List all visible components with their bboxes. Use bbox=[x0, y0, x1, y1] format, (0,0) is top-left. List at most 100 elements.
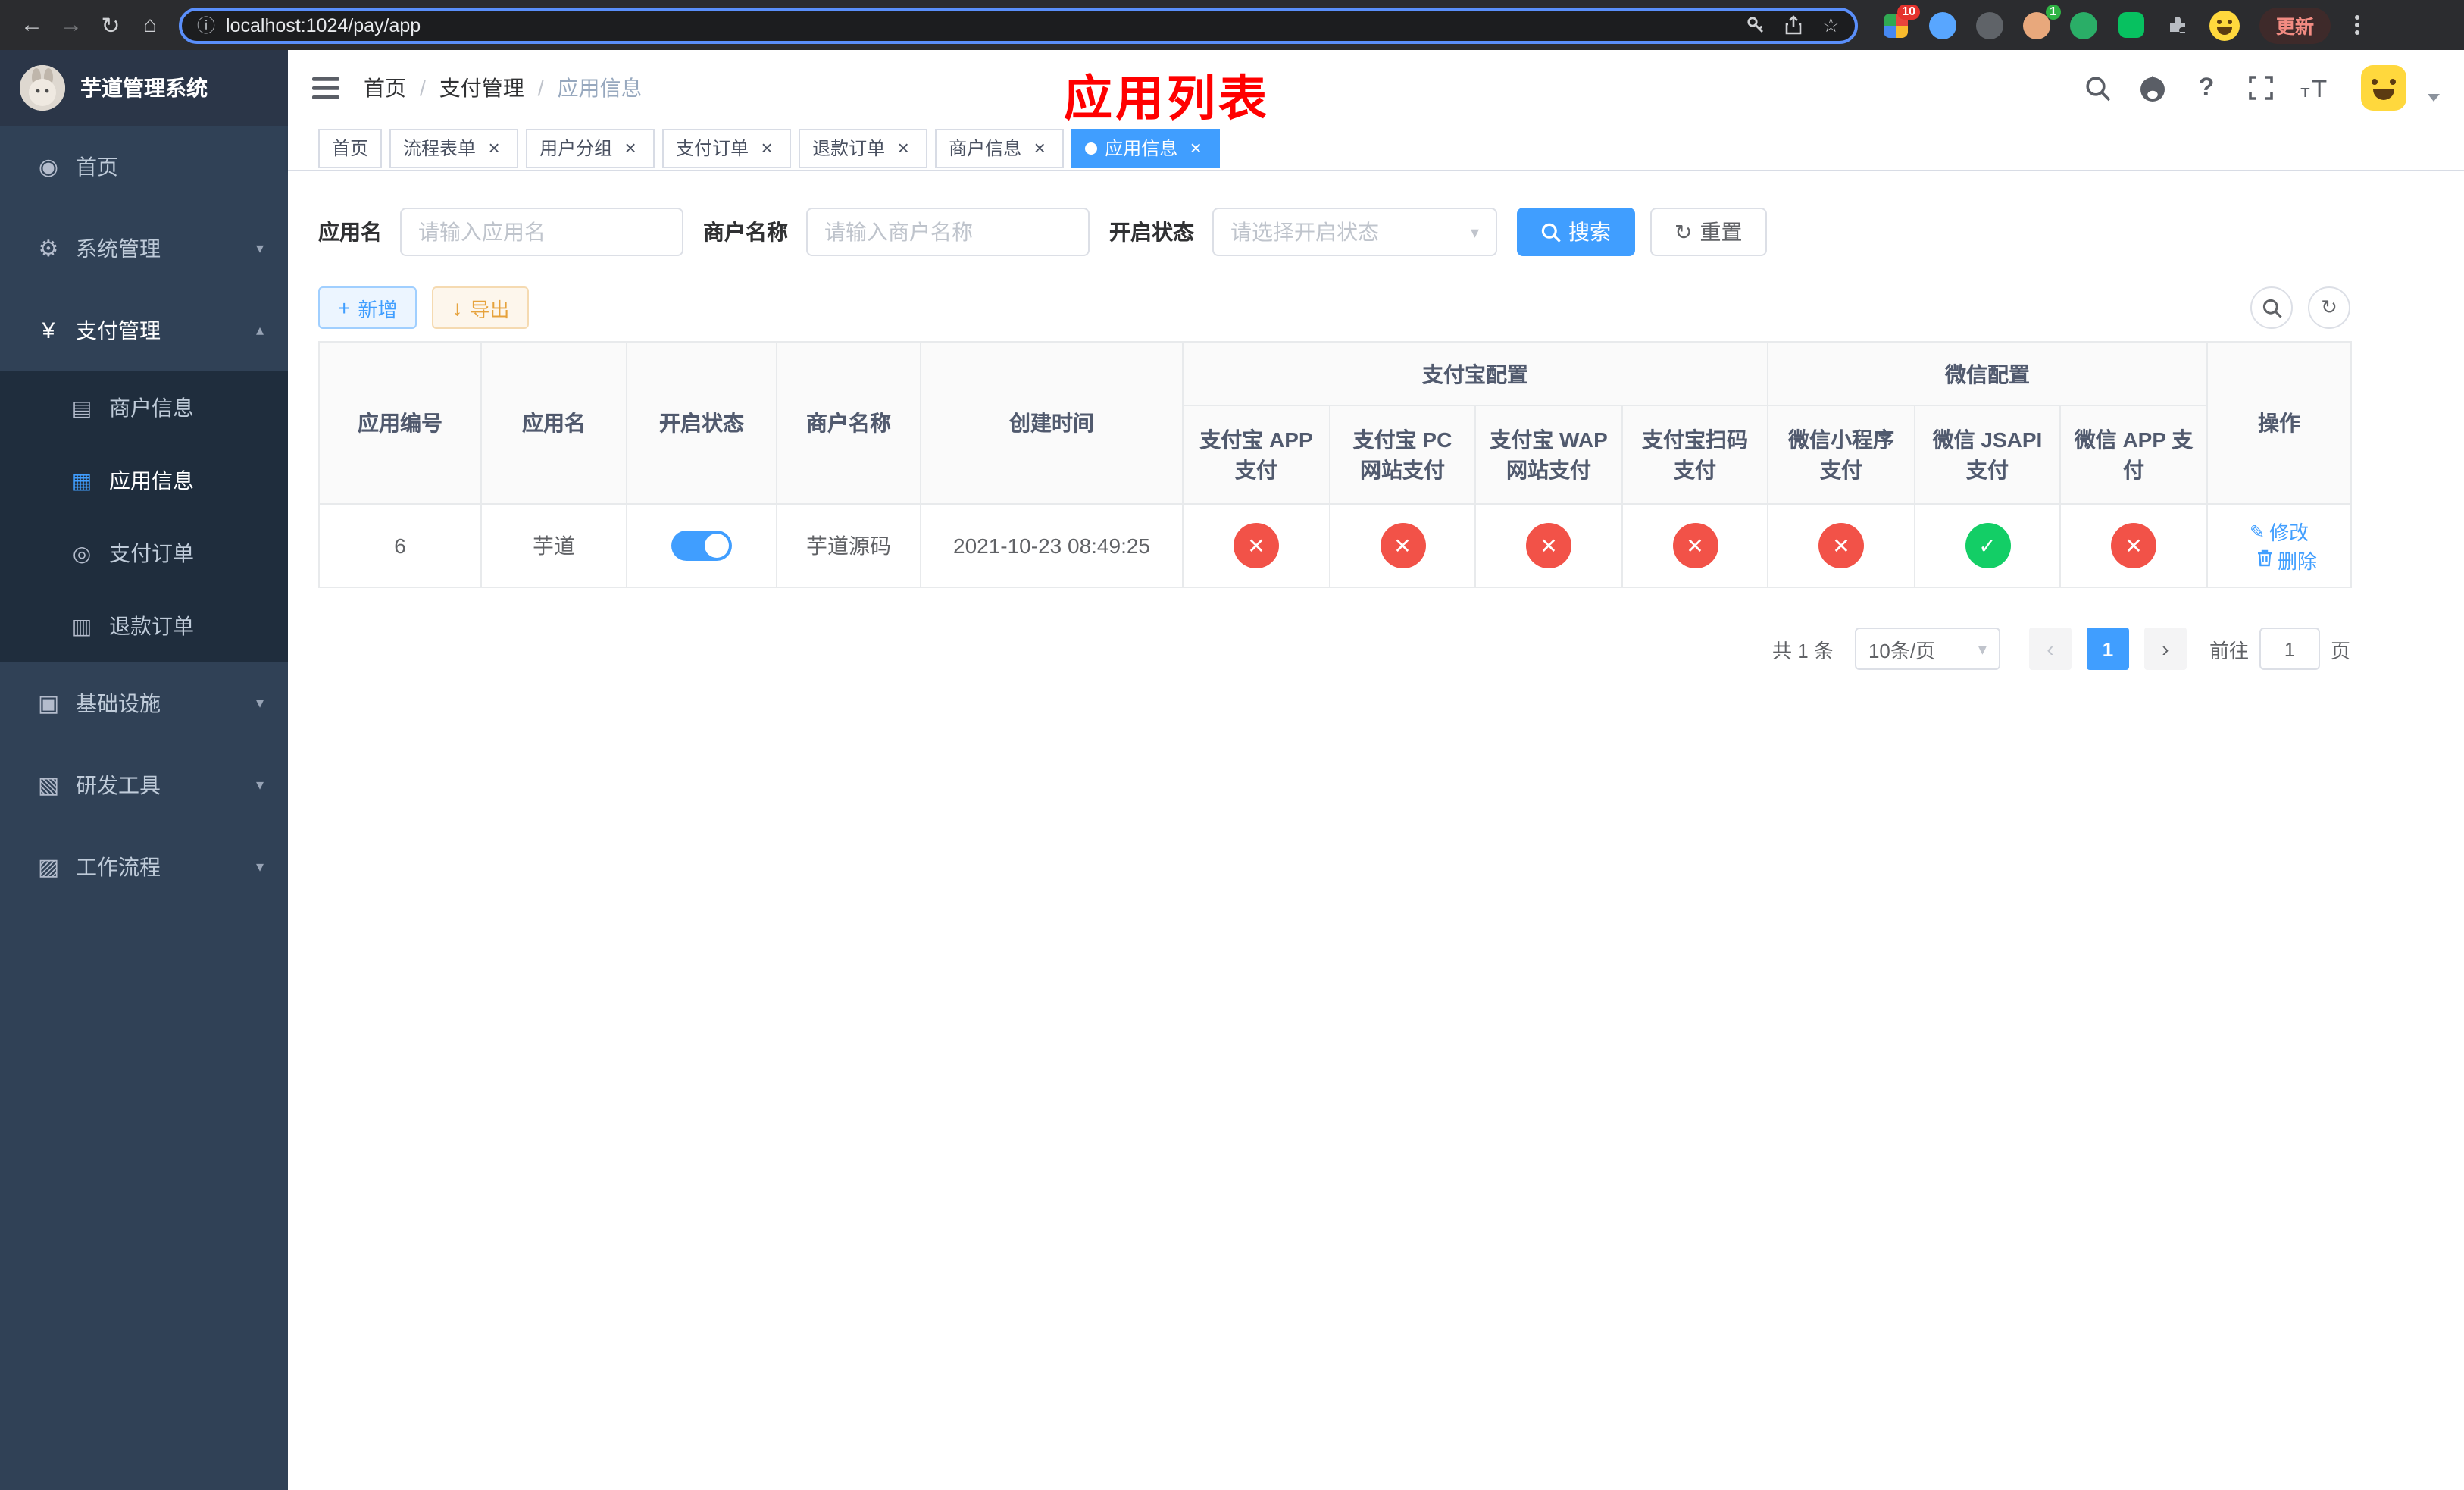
add-button[interactable]: + 新增 bbox=[318, 286, 417, 329]
browser-menu-icon[interactable] bbox=[2343, 8, 2370, 42]
green-circle-extension-icon[interactable] bbox=[2067, 8, 2100, 42]
back-icon[interactable]: ← bbox=[12, 5, 52, 45]
home-icon[interactable]: ⌂ bbox=[130, 5, 170, 45]
cell-alipay-wap: ✕ bbox=[1474, 503, 1623, 588]
close-icon[interactable]: × bbox=[893, 137, 914, 158]
drop-glyph bbox=[1929, 11, 1956, 39]
github-icon[interactable] bbox=[2134, 70, 2170, 106]
sidebar-item-dev-tools[interactable]: ▧ 研发工具 ▾ bbox=[0, 744, 288, 826]
close-icon[interactable]: × bbox=[1029, 137, 1050, 158]
status-select[interactable]: 请选择开启状态 ▾ bbox=[1212, 208, 1497, 256]
goto-page-input[interactable] bbox=[2259, 628, 2320, 670]
close-icon[interactable]: × bbox=[756, 137, 777, 158]
close-icon[interactable]: × bbox=[483, 137, 505, 158]
merchant-name-input[interactable] bbox=[806, 208, 1090, 256]
alipay-pc-disabled-icon: ✕ bbox=[1380, 523, 1425, 568]
table-tools: ↻ bbox=[2250, 286, 2350, 329]
tab-pay-order[interactable]: 支付订单 × bbox=[662, 128, 792, 167]
search-button[interactable]: 搜索 bbox=[1517, 208, 1635, 256]
tags-view: 首页 流程表单 × 用户分组 × 支付订单 × 退款订单 × 商户信息 × 应用… bbox=[288, 126, 2464, 171]
bookmark-star-icon[interactable]: ☆ bbox=[1822, 13, 1840, 37]
tab-label: 退款订单 bbox=[812, 138, 886, 159]
forward-icon[interactable]: → bbox=[52, 5, 91, 45]
tab-label: 流程表单 bbox=[403, 138, 477, 159]
colorful-extension-icon[interactable]: 10 bbox=[1879, 4, 1920, 42]
search-icon[interactable] bbox=[2079, 70, 2115, 106]
wechat-jsapi-enabled-icon: ✓ bbox=[1965, 523, 2010, 568]
app-name-input[interactable] bbox=[400, 208, 683, 256]
prev-page-button[interactable]: ‹ bbox=[2028, 628, 2072, 670]
font-size-icon[interactable]: тT bbox=[2297, 70, 2334, 106]
tab-merchant-info[interactable]: 商户信息 × bbox=[935, 128, 1065, 167]
filter-form: 应用名 商户名称 开启状态 请选择开启状态 ▾ 搜索 bbox=[318, 208, 2464, 256]
toggle-knob bbox=[705, 534, 729, 558]
emoji-avatar-icon[interactable] bbox=[2208, 8, 2241, 42]
delete-link[interactable]: 删除 bbox=[2256, 546, 2317, 574]
alipay-wap-disabled-icon: ✕ bbox=[1526, 523, 1571, 568]
page-annotation: 应用列表 bbox=[1064, 71, 1271, 126]
sidebar-item-app-info[interactable]: ▦ 应用信息 bbox=[0, 444, 288, 517]
fullscreen-icon[interactable] bbox=[2243, 70, 2279, 106]
sidebar-item-payment[interactable]: ¥ 支付管理 ▴ bbox=[0, 290, 288, 371]
refresh-table-button[interactable]: ↻ bbox=[2308, 286, 2350, 329]
svg-text:т: т bbox=[2300, 83, 2310, 100]
cell-alipay-app: ✕ bbox=[1182, 503, 1330, 588]
avatar-caret-icon[interactable] bbox=[2428, 94, 2440, 102]
edit-link[interactable]: ✎ 修改 bbox=[2250, 517, 2309, 546]
dark-circle-extension-icon[interactable] bbox=[1973, 8, 2006, 42]
next-page-button[interactable]: › bbox=[2143, 628, 2187, 670]
header-cell-wechat-app: 微信 APP 支付 bbox=[2059, 405, 2209, 505]
export-button[interactable]: ↓ 导出 bbox=[432, 286, 530, 329]
reload-icon[interactable]: ↻ bbox=[91, 5, 130, 45]
page-number-button[interactable]: 1 bbox=[2086, 628, 2129, 670]
site-info-icon[interactable]: ⓘ bbox=[197, 12, 215, 38]
extensions-puzzle-icon[interactable] bbox=[2161, 8, 2194, 42]
sidebar-item-refund-order[interactable]: ▥ 退款订单 bbox=[0, 590, 288, 662]
hamburger-icon[interactable] bbox=[312, 77, 339, 99]
workflow-icon: ▨ bbox=[37, 855, 60, 881]
top-navbar: 首页 / 支付管理 / 应用信息 应用列表 ? т T bbox=[288, 50, 2464, 126]
reset-button[interactable]: ↻ 重置 bbox=[1650, 208, 1767, 256]
tab-user-group[interactable]: 用户分组 × bbox=[526, 128, 655, 167]
breadcrumb-payment[interactable]: 支付管理 bbox=[439, 73, 524, 103]
user-avatar[interactable] bbox=[2361, 65, 2406, 111]
tab-app-info[interactable]: 应用信息 × bbox=[1071, 128, 1221, 167]
chevron-down-icon: ▾ bbox=[255, 859, 264, 875]
sidebar-item-label: 研发工具 bbox=[76, 773, 161, 797]
sidebar-item-infrastructure[interactable]: ▣ 基础设施 ▾ bbox=[0, 662, 288, 744]
app-title: 芋道管理系统 bbox=[80, 76, 208, 100]
wechat-app-disabled-icon: ✕ bbox=[2111, 523, 2156, 568]
tab-label: 支付订单 bbox=[676, 138, 749, 159]
sidebar-item-system[interactable]: ⚙ 系统管理 ▾ bbox=[0, 208, 288, 290]
app-name-label: 应用名 bbox=[318, 220, 382, 244]
close-icon[interactable]: × bbox=[620, 137, 641, 158]
tab-home[interactable]: 首页 bbox=[318, 128, 383, 167]
close-icon[interactable]: × bbox=[1185, 137, 1206, 158]
tab-refund-order[interactable]: 退款订单 × bbox=[799, 128, 928, 167]
sidebar-item-label: 支付订单 bbox=[109, 541, 194, 565]
chrome-update-button[interactable]: 更新 bbox=[2259, 7, 2331, 43]
tab-process-form[interactable]: 流程表单 × bbox=[389, 128, 519, 167]
sidebar-item-workflow[interactable]: ▨ 工作流程 ▾ bbox=[0, 826, 288, 908]
header-cell-alipay-wap: 支付宝 WAP 网站支付 bbox=[1474, 405, 1623, 505]
cell-app-name: 芋道 bbox=[480, 503, 627, 588]
cell-alipay-qr: ✕ bbox=[1621, 503, 1768, 588]
address-bar[interactable]: ⓘ localhost:1024/pay/app ☆ bbox=[179, 7, 1858, 43]
sidebar-item-home[interactable]: ◉ 首页 bbox=[0, 126, 288, 208]
profile-avatar-extension-icon[interactable]: 1 bbox=[2020, 4, 2061, 42]
status-toggle[interactable] bbox=[671, 531, 732, 561]
alipay-qr-disabled-icon: ✕ bbox=[1672, 523, 1718, 568]
sidebar-item-merchant-info[interactable]: ▤ 商户信息 bbox=[0, 371, 288, 444]
hide-search-button[interactable] bbox=[2250, 286, 2293, 329]
wechat-lite-disabled-icon: ✕ bbox=[1818, 523, 1864, 568]
blue-drop-extension-icon[interactable] bbox=[1926, 8, 1959, 42]
wechat-devtools-extension-icon[interactable] bbox=[2114, 8, 2147, 42]
sidebar-item-label: 工作流程 bbox=[76, 855, 161, 879]
share-icon[interactable] bbox=[1784, 15, 1804, 35]
password-key-icon[interactable] bbox=[1746, 15, 1766, 35]
help-icon[interactable]: ? bbox=[2188, 70, 2225, 106]
app-logo[interactable]: 芋道管理系统 bbox=[0, 50, 288, 126]
page-size-select[interactable]: 10条/页 ▾ bbox=[1854, 628, 2000, 670]
sidebar-item-pay-order[interactable]: ◎ 支付订单 bbox=[0, 517, 288, 590]
breadcrumb-home[interactable]: 首页 bbox=[364, 73, 406, 103]
